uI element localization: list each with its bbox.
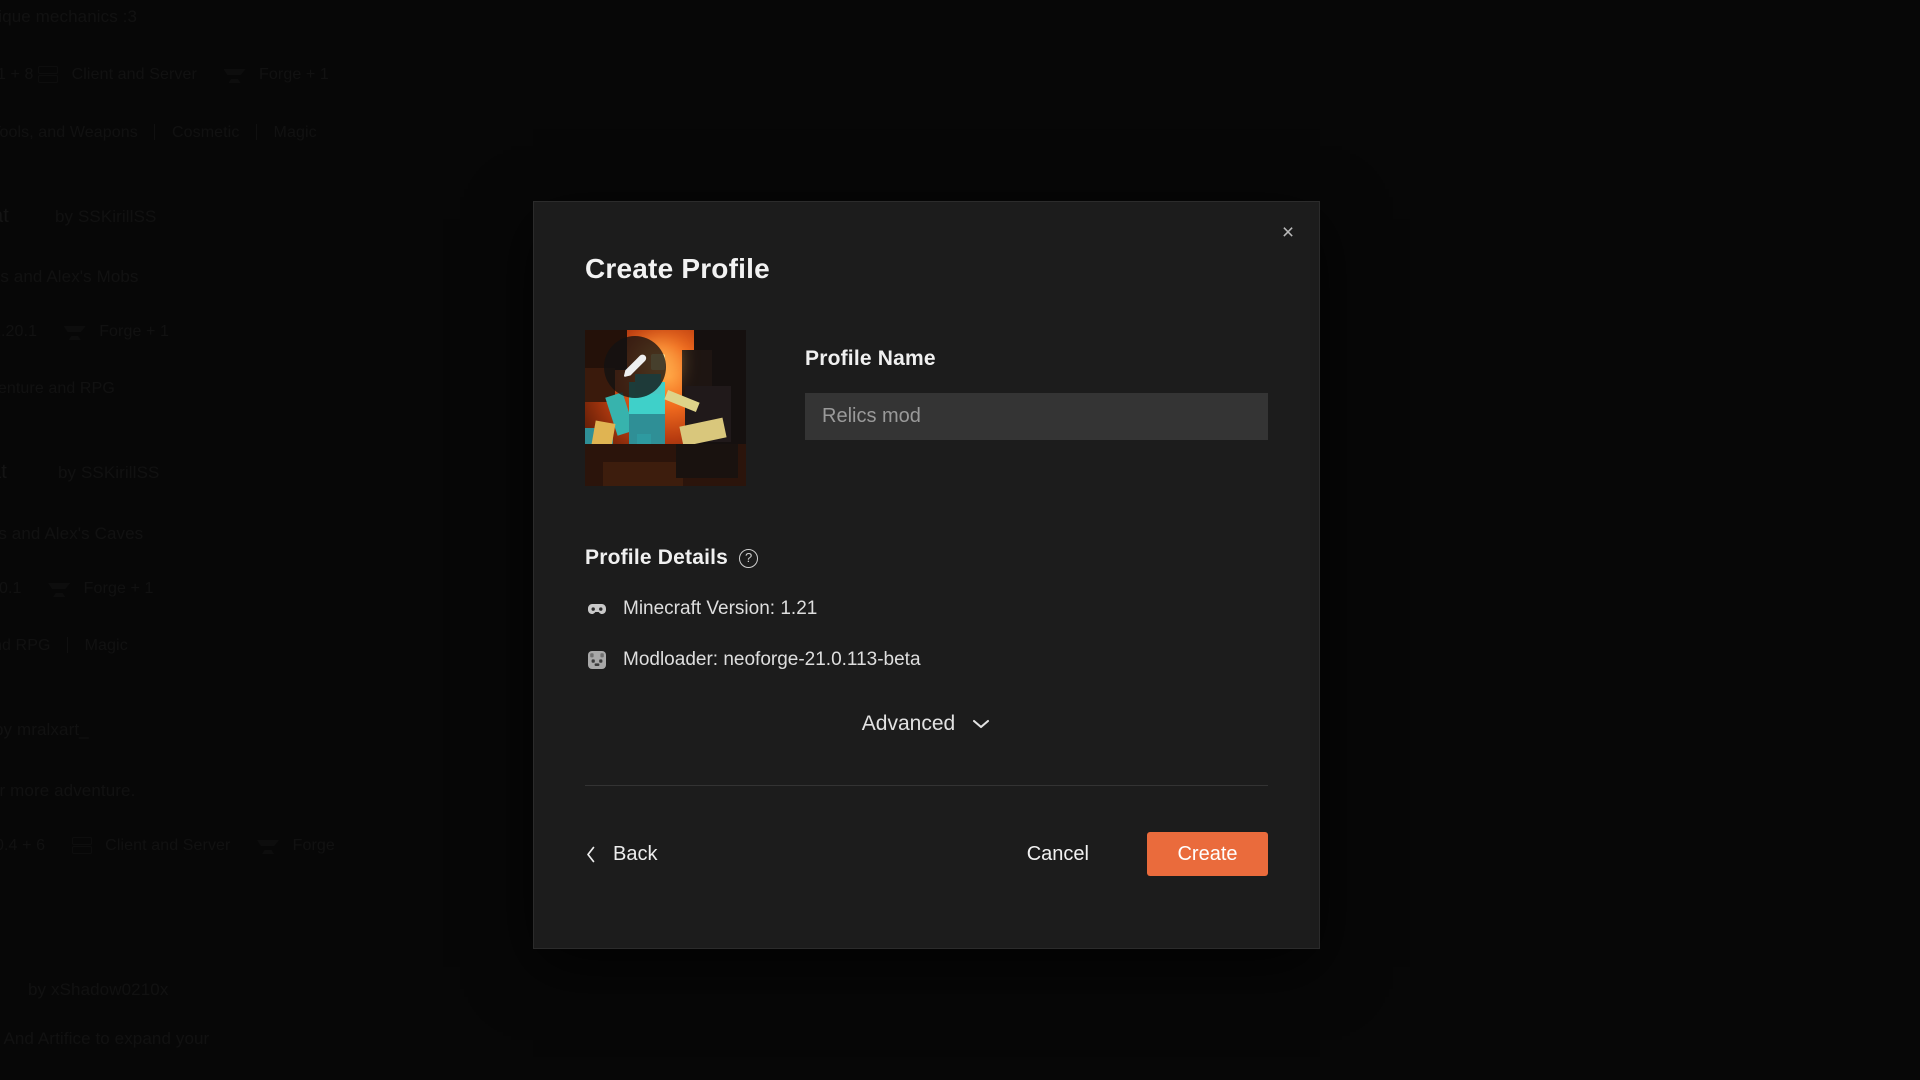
advanced-label: Advanced [861, 712, 956, 735]
gamepad-icon [585, 597, 609, 621]
profile-details-header: Profile Details ? [585, 546, 1268, 570]
cancel-button[interactable]: Cancel [1013, 843, 1103, 866]
profile-name-label: Profile Name [805, 347, 936, 370]
help-icon[interactable]: ? [739, 548, 759, 568]
advanced-toggle[interactable]: Advanced [585, 712, 1268, 736]
artwork-block [603, 462, 683, 486]
detail-minecraft-version: Minecraft Version: 1.21 [585, 597, 1268, 621]
profile-image[interactable] [585, 330, 746, 486]
dialog-footer: Back Cancel Create [585, 832, 1268, 876]
page-title: Create Profile [585, 253, 770, 284]
back-button[interactable]: Back [585, 843, 657, 866]
dialog-body: Create Profile Profile Name Relics mod P… [534, 253, 1319, 876]
create-profile-dialog: × Create Profile Profile Name Relics mod… [533, 201, 1320, 949]
back-label: Back [613, 842, 658, 865]
profile-name-input[interactable] [805, 393, 1268, 440]
chevron-left-icon [585, 845, 597, 863]
profile-name-group: Profile Name [805, 330, 1268, 440]
chevron-down-icon [971, 714, 991, 734]
detail-text: Minecraft Version: 1.21 [623, 598, 818, 619]
artwork-block [676, 444, 738, 478]
detail-text: Modloader: neoforge-21.0.113-beta [623, 649, 921, 670]
pencil-icon[interactable] [604, 336, 666, 398]
create-button[interactable]: Create [1147, 832, 1268, 876]
profile-details-title: Profile Details [585, 546, 729, 569]
profile-row: Profile Name [585, 330, 1268, 486]
detail-modloader: Modloader: neoforge-21.0.113-beta [585, 648, 1268, 672]
mob-head-icon [585, 648, 609, 672]
close-icon[interactable]: × [1271, 215, 1305, 249]
divider [585, 785, 1268, 786]
